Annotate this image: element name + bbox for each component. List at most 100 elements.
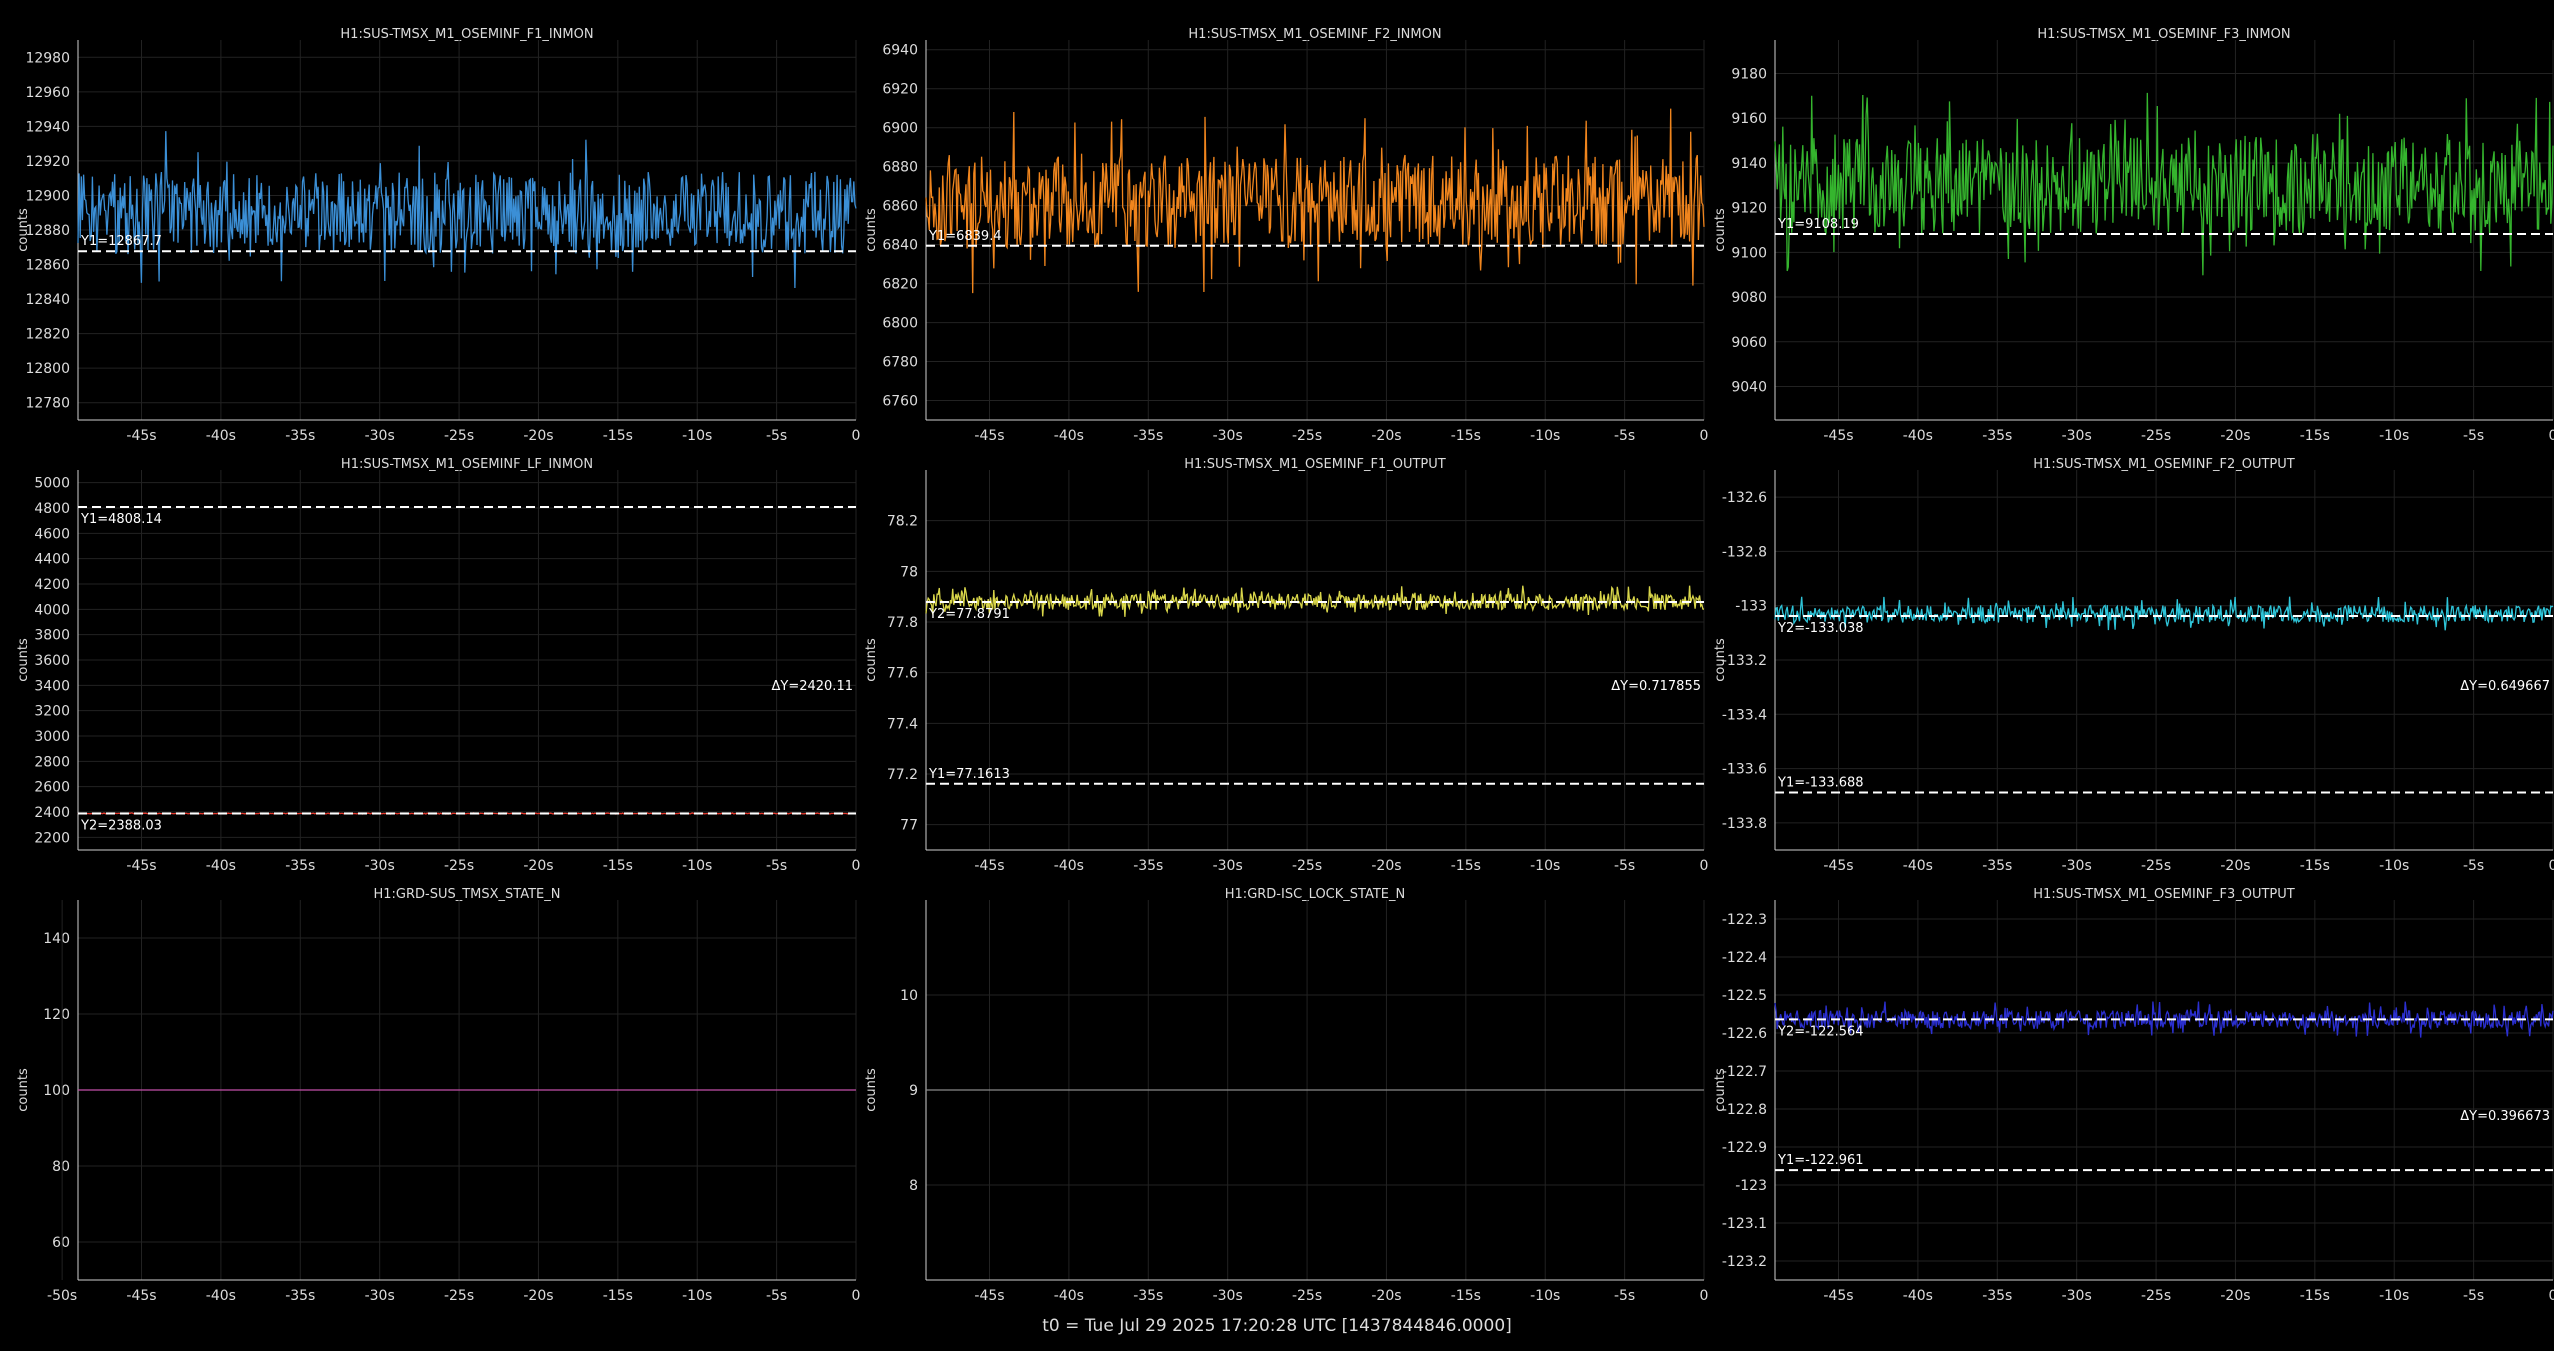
x-tick-label: -30s [1213, 1288, 1243, 1304]
y-tick-label: -133.2 [1722, 653, 1767, 669]
x-tick-label: -40s [206, 1288, 236, 1304]
y-tick-label: 2800 [34, 754, 70, 770]
plot-title: H1:GRD-ISC_LOCK_STATE_N [1225, 887, 1405, 902]
cursor-label: Y2=-133.038 [1777, 621, 1864, 636]
x-tick-label: -35s [1133, 1288, 1163, 1304]
x-tick-label: 0 [1700, 1288, 1709, 1304]
y-tick-label: 6840 [882, 238, 918, 254]
y-axis-label: counts [864, 1068, 879, 1112]
y-tick-label: 9120 [1731, 201, 1767, 217]
y-tick-label: -123.1 [1722, 1216, 1767, 1232]
cursor-label: Y1=9108.19 [1777, 217, 1859, 232]
cursor-label: Y2=77.8791 [928, 607, 1010, 622]
plot-svg[interactable]: H1:SUS-TMSX_M1_OSEMINF_F2_OUTPUTcounts-1… [1697, 430, 2554, 874]
y-tick-label: 78.2 [887, 514, 918, 530]
plot-panel[interactable]: H1:SUS-TMSX_M1_OSEMINF_F1_INMON counts 127… [0, 0, 860, 444]
plot-svg[interactable]: H1:SUS-TMSX_M1_OSEMINF_LF_INMONcounts 220… [0, 430, 860, 874]
y-axis-label: counts [16, 638, 31, 682]
plot-panel[interactable]: H1:SUS-TMSX_M1_OSEMINF_F3_OUTPUT counts -1… [1697, 860, 2554, 1304]
y-tick-label: 12880 [25, 223, 70, 239]
x-tick-label: -10s [1530, 1288, 1560, 1304]
y-tick-label: 6860 [882, 199, 918, 215]
y-tick-label: -132.8 [1722, 544, 1767, 560]
x-tick-label: -10s [682, 1288, 712, 1304]
delta-label: ΔY=0.649667 [2460, 679, 2550, 694]
x-tick-label: -25s [444, 1288, 474, 1304]
y-tick-label: 6760 [882, 394, 918, 410]
cursor-label: Y1=-122.961 [1777, 1153, 1864, 1168]
x-tick-label: -45s [1823, 1288, 1853, 1304]
y-tick-label: 77.4 [887, 716, 918, 732]
x-tick-label: -25s [2141, 1288, 2171, 1304]
y-tick-label: -122.7 [1722, 1064, 1767, 1080]
plot-svg[interactable]: H1:SUS-TMSX_M1_OSEMINF_F1_INMONcounts127… [0, 0, 860, 444]
y-tick-label: -133.6 [1722, 762, 1767, 778]
y-tick-label: 2400 [34, 805, 70, 821]
y-tick-label: 6900 [882, 121, 918, 137]
x-tick-label: 0 [852, 1288, 861, 1304]
plot-svg[interactable]: H1:GRD-SUS_TMSX_STATE_Ncounts 60 80 100 120 1… [0, 860, 860, 1304]
y-tick-label: 10 [900, 988, 918, 1004]
y-tick-label: 3800 [34, 628, 70, 644]
plot-svg[interactable]: H1:SUS-TMSX_M1_OSEMINF_F2_INMONcounts 676… [848, 0, 1708, 444]
y-tick-label: 4200 [34, 577, 70, 593]
y-tick-label: 12820 [25, 327, 70, 343]
y-tick-label: 77.6 [887, 666, 918, 682]
cursor-label: Y1=77.1613 [928, 767, 1010, 782]
y-tick-label: -133 [1735, 599, 1767, 615]
plot-panel[interactable]: H1:SUS-TMSX_M1_OSEMINF_F1_OUTPUT counts 77… [848, 430, 1708, 874]
y-axis-label: counts [1713, 208, 1728, 252]
y-tick-label: 3000 [34, 729, 70, 745]
y-tick-label: 9160 [1731, 111, 1767, 127]
x-tick-label: -45s [126, 1288, 156, 1304]
y-tick-label: 9140 [1731, 156, 1767, 172]
cursor-label: Y2=2388.03 [80, 819, 162, 834]
plot-svg[interactable]: H1:SUS-TMSX_M1_OSEMINF_F3_OUTPUTcounts-1… [1697, 860, 2554, 1304]
y-tick-label: 78 [900, 564, 918, 580]
y-tick-label: 12840 [25, 292, 70, 308]
y-tick-label: 12860 [25, 258, 70, 274]
y-tick-label: 80 [52, 1159, 70, 1175]
y-tick-label: -122.4 [1722, 950, 1767, 966]
plot-title: H1:SUS-TMSX_M1_OSEMINF_F1_INMON [340, 27, 593, 42]
y-tick-label: 12780 [25, 396, 70, 412]
y-tick-label: -122.6 [1722, 1026, 1767, 1042]
y-tick-label: -122.3 [1722, 912, 1767, 928]
plot-title: H1:SUS-TMSX_M1_OSEMINF_F1_OUTPUT [1184, 457, 1445, 472]
plot-svg[interactable]: H1:GRD-ISC_LOCK_STATE_Ncounts 8 9 10 -45s -40… [848, 860, 1708, 1304]
delta-label: ΔY=0.717855 [1611, 679, 1701, 694]
plot-svg[interactable]: H1:SUS-TMSX_M1_OSEMINF_F1_OUTPUTcounts 77… [848, 430, 1708, 874]
x-tick-label: -15s [603, 1288, 633, 1304]
plot-panel[interactable]: H1:GRD-ISC_LOCK_STATE_N counts 8 9 10 -45s -40… [848, 860, 1708, 1304]
y-tick-label: 9 [909, 1083, 918, 1099]
y-axis-label: counts [16, 1068, 31, 1112]
y-tick-label: 8 [909, 1178, 918, 1194]
plot-panel[interactable]: H1:SUS-TMSX_M1_OSEMINF_LF_INMON counts 220… [0, 430, 860, 874]
y-tick-label: 4600 [34, 526, 70, 542]
y-tick-label: -122.8 [1722, 1102, 1767, 1118]
y-tick-label: 2600 [34, 780, 70, 796]
y-tick-label: -132.6 [1722, 490, 1767, 506]
y-tick-label: 9100 [1731, 245, 1767, 261]
plot-panel[interactable]: H1:GRD-SUS_TMSX_STATE_N counts 60 80 100 120 1… [0, 860, 860, 1304]
plot-panel[interactable]: H1:SUS-TMSX_M1_OSEMINF_F2_INMON counts 676… [848, 0, 1708, 444]
x-tick-label: -15s [1451, 1288, 1481, 1304]
x-tick-label: -50s [47, 1288, 77, 1304]
plot-panel[interactable]: H1:SUS-TMSX_M1_OSEMINF_F2_OUTPUT counts -1… [1697, 430, 2554, 874]
x-tick-label: -20s [1371, 1288, 1401, 1304]
x-tick-label: -15s [2300, 1288, 2330, 1304]
plot-panel[interactable]: H1:SUS-TMSX_M1_OSEMINF_F3_INMON counts 904… [1697, 0, 2554, 444]
y-tick-label: 6800 [882, 316, 918, 332]
x-tick-label: -35s [1982, 1288, 2012, 1304]
x-tick-label: -40s [1054, 1288, 1084, 1304]
plot-title: H1:SUS-TMSX_M1_OSEMINF_F2_INMON [1188, 27, 1441, 42]
series-line [1774, 596, 2554, 631]
y-tick-label: 5000 [34, 476, 70, 492]
y-tick-label: 12980 [25, 50, 70, 66]
x-tick-label: -20s [2220, 1288, 2250, 1304]
x-tick-label: -5s [2463, 1288, 2484, 1304]
y-tick-label: 6780 [882, 355, 918, 371]
x-tick-label: -5s [1614, 1288, 1635, 1304]
y-tick-label: 9040 [1731, 379, 1767, 395]
plot-svg[interactable]: H1:SUS-TMSX_M1_OSEMINF_F3_INMONcounts 904… [1697, 0, 2554, 444]
